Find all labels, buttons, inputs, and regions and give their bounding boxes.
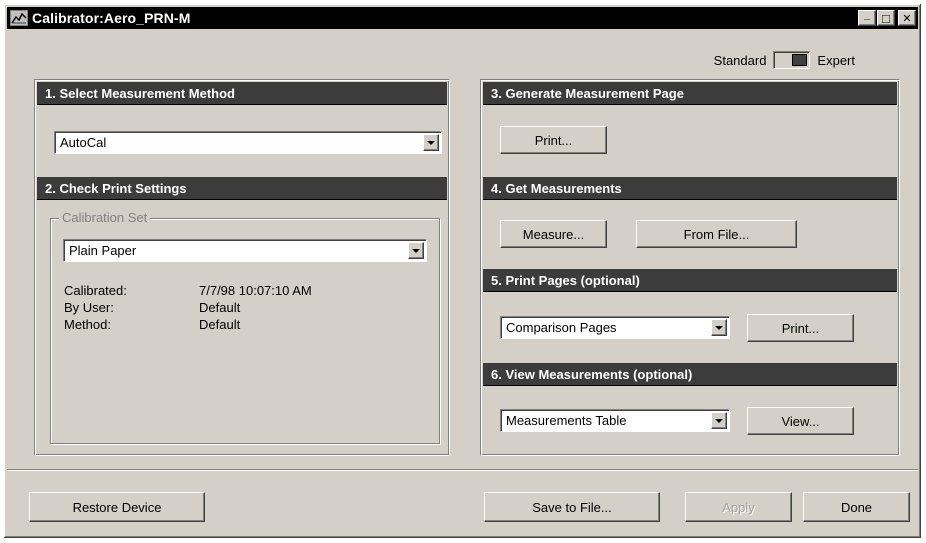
standard-mode-label: Standard	[713, 52, 767, 68]
maximize-icon: □	[882, 10, 890, 26]
calibration-set-select[interactable]: Plain Paper	[63, 239, 427, 262]
print-pages-value: Comparison Pages	[506, 320, 617, 335]
chevron-down-icon[interactable]	[711, 412, 727, 429]
right-panel: 3. Generate Measurement Page Print... 4.…	[480, 79, 900, 456]
section-6-header: 6. View Measurements (optional)	[483, 363, 897, 386]
calibration-set-group: Calibration Set Plain Paper Calibrated: …	[50, 210, 440, 444]
by-user-value: Default	[199, 300, 241, 315]
footer-separator	[7, 469, 918, 471]
measurement-method-value: AutoCal	[60, 135, 107, 150]
expert-mode-label: Expert	[817, 52, 855, 68]
view-button[interactable]: View...	[747, 407, 854, 435]
title-bar[interactable]: Calibrator:Aero_PRN-M _ □ ✕	[7, 7, 918, 29]
from-file-button[interactable]: From File...	[636, 220, 797, 248]
close-button[interactable]: ✕	[898, 10, 916, 26]
measure-button[interactable]: Measure...	[500, 220, 607, 248]
close-icon: ✕	[902, 12, 912, 25]
section-1-header: 1. Select Measurement Method	[37, 82, 447, 105]
window-title: Calibrator:Aero_PRN-M	[32, 10, 191, 26]
section-2-header: 2. Check Print Settings	[37, 177, 447, 200]
view-measurements-value: Measurements Table	[506, 413, 627, 428]
calibrated-label: Calibrated:	[64, 283, 127, 298]
mode-toggle-knob[interactable]	[792, 54, 808, 66]
section-3-header: 3. Generate Measurement Page	[483, 82, 897, 105]
chevron-down-icon[interactable]	[711, 319, 727, 336]
mode-switch-row: Standard Expert	[714, 51, 855, 69]
method-value: Default	[199, 317, 241, 332]
section-4-header: 4. Get Measurements	[483, 177, 897, 200]
done-button[interactable]: Done	[803, 492, 910, 522]
print-pages-button[interactable]: Print...	[747, 314, 854, 342]
save-to-file-button[interactable]: Save to File...	[484, 492, 660, 522]
section-5-header: 5. Print Pages (optional)	[483, 269, 897, 292]
app-icon	[10, 10, 28, 26]
apply-button[interactable]: Apply	[685, 492, 792, 522]
view-measurements-select[interactable]: Measurements Table	[500, 409, 730, 432]
maximize-button[interactable]: □	[877, 10, 895, 26]
measurement-method-select[interactable]: AutoCal	[54, 131, 442, 154]
calibrator-window: Calibrator:Aero_PRN-M _ □ ✕ Standard Exp…	[3, 3, 922, 539]
calibration-set-value: Plain Paper	[69, 243, 137, 258]
left-panel: 1. Select Measurement Method AutoCal 2. …	[34, 79, 450, 456]
restore-device-button[interactable]: Restore Device	[29, 492, 205, 522]
mode-toggle[interactable]	[773, 51, 811, 69]
by-user-label: By User:	[64, 300, 114, 315]
minimize-icon: _	[863, 9, 871, 21]
chevron-down-icon[interactable]	[408, 242, 424, 259]
calibration-set-group-label: Calibration Set	[59, 210, 151, 225]
chevron-down-icon[interactable]	[423, 134, 439, 151]
method-label: Method:	[64, 317, 111, 332]
calibrated-value: 7/7/98 10:07:10 AM	[199, 283, 312, 298]
print-pages-select[interactable]: Comparison Pages	[500, 316, 730, 339]
minimize-button[interactable]: _	[858, 9, 876, 26]
generate-print-button[interactable]: Print...	[500, 126, 607, 154]
